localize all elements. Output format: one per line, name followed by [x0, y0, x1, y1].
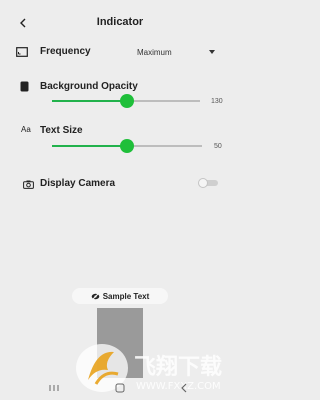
- sample-text-chip: Sample Text: [72, 288, 168, 304]
- background-opacity-value: 130: [211, 98, 223, 105]
- eye-off-icon: [91, 292, 100, 300]
- background-opacity-label: Background Opacity: [40, 81, 138, 92]
- caret-down-icon: [209, 50, 215, 54]
- frequency-selected-value: Maximum: [137, 47, 172, 57]
- recent-apps-button[interactable]: [46, 380, 62, 396]
- display-camera-label: Display Camera: [40, 178, 116, 189]
- text-size-label: Text Size: [40, 125, 83, 136]
- slider-fill: [52, 100, 127, 102]
- text-size-value: 50: [214, 143, 222, 150]
- slider-thumb[interactable]: [120, 94, 134, 108]
- system-nav-bar: [0, 376, 240, 400]
- frame-icon: [16, 46, 28, 58]
- home-button[interactable]: [112, 380, 128, 396]
- page-title: Indicator: [96, 16, 144, 28]
- background-opacity-slider[interactable]: [52, 94, 200, 108]
- display-camera-toggle[interactable]: [198, 178, 218, 188]
- chevron-left-icon: [181, 383, 187, 393]
- camera-icon: [22, 178, 34, 190]
- recents-icon: [49, 385, 59, 391]
- home-icon: [115, 383, 125, 393]
- frequency-label: Frequency: [40, 46, 91, 57]
- slider-thumb[interactable]: [120, 139, 134, 153]
- sample-text-label: Sample Text: [102, 291, 150, 301]
- text-size-slider[interactable]: [52, 139, 202, 153]
- slider-fill: [52, 145, 127, 147]
- nav-back-button[interactable]: [176, 380, 192, 396]
- frequency-dropdown[interactable]: Maximum: [137, 44, 217, 60]
- opacity-icon: [18, 80, 30, 92]
- app-header: Indicator: [0, 12, 240, 34]
- toggle-knob: [198, 178, 208, 188]
- text-size-icon: Aa: [21, 125, 31, 134]
